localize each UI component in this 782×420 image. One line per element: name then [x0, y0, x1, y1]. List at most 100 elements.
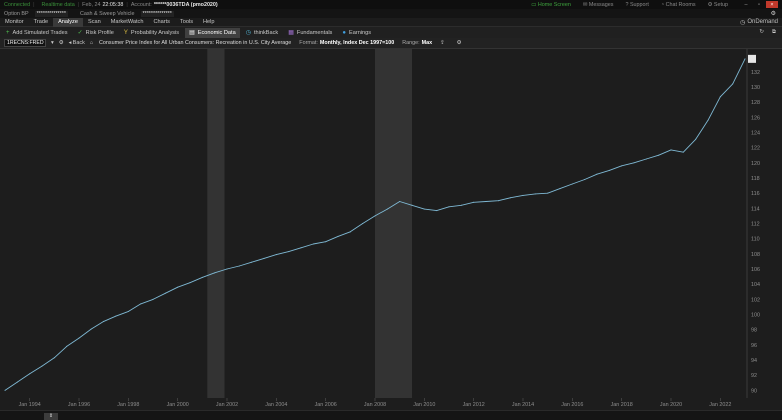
home-icon[interactable]: ⌂: [90, 40, 93, 46]
x-tick-label: Jan 2006: [315, 402, 337, 408]
data-point: [670, 149, 672, 151]
cash-sweep-label: Cash & Sweep Vehicle: [79, 10, 135, 17]
data-point: [53, 357, 55, 359]
series-description: Consumer Price Index for All Urban Consu…: [99, 40, 292, 46]
data-point: [349, 231, 351, 233]
data-point: [645, 158, 647, 160]
minimize-icon[interactable]: –: [740, 1, 752, 8]
data-point: [436, 210, 438, 212]
subtab-earnings[interactable]: ● Earnings: [338, 28, 375, 38]
tab-help[interactable]: Help: [198, 18, 220, 27]
subtab-thinkback[interactable]: ◷ thinkBack: [242, 28, 283, 38]
economic-data-toolbar: 1RECNS:FRED ▾ ⚙ ◂ Back ⌂ Consumer Price …: [0, 38, 782, 49]
recession-band: [375, 49, 412, 398]
tab-scan[interactable]: Scan: [83, 18, 106, 27]
data-point: [90, 328, 92, 330]
ondemand-button[interactable]: ◷ OnDemand: [740, 19, 782, 26]
symbol-input[interactable]: 1RECNS:FRED: [4, 39, 46, 47]
home-screen-link[interactable]: ▭ Home Screen: [531, 2, 571, 8]
status-time: 22:05:38: [102, 1, 124, 8]
data-point: [251, 261, 253, 263]
dropdown-icon[interactable]: ▾: [51, 40, 54, 46]
format-value[interactable]: Monthly, Index Dec 1997=100: [320, 40, 394, 46]
range-value[interactable]: Max: [422, 40, 433, 46]
data-point: [312, 243, 314, 245]
data-point: [695, 138, 697, 140]
data-point: [386, 208, 388, 210]
x-tick-label: Jan 2016: [561, 402, 583, 408]
share-icon[interactable]: ⇪: [440, 40, 445, 46]
x-tick-label: Jan 2018: [611, 402, 633, 408]
x-tick-label: Jan 2008: [364, 402, 386, 408]
x-tick-label: Jan 2002: [216, 402, 238, 408]
refresh-icon[interactable]: ↻: [759, 29, 764, 36]
plus-icon: +: [6, 29, 10, 36]
data-point: [201, 276, 203, 278]
data-point: [547, 192, 549, 194]
settings-icon[interactable]: ⚙: [59, 40, 64, 46]
data-point: [337, 235, 339, 237]
data-point: [448, 206, 450, 208]
data-point: [411, 204, 413, 206]
subtab-add-simulated-trades[interactable]: + Add Simulated Trades: [2, 28, 72, 38]
range-label: Range:: [402, 40, 420, 46]
data-point: [152, 298, 154, 300]
tab-analyze[interactable]: Analyze: [53, 17, 83, 27]
data-point: [214, 272, 216, 274]
detach-icon[interactable]: ⧉: [772, 29, 776, 36]
chat-rooms-link[interactable]: ◔ Chat Rooms: [661, 2, 696, 8]
main-tab-bar: Monitor Trade Analyze Scan MarketWatch C…: [0, 17, 782, 27]
account-value[interactable]: ******0036TDA (pmo2020): [154, 2, 218, 8]
earnings-icon: ●: [342, 29, 346, 36]
chart-settings-icon[interactable]: ⚙: [457, 40, 462, 46]
y-tick-label: 124: [751, 130, 760, 136]
subtab-fundamentals[interactable]: ▦ Fundamentals: [284, 28, 336, 38]
y-tick-label: 122: [751, 146, 760, 152]
option-bp-value: **************: [34, 10, 68, 17]
panel-resize-handle[interactable]: ⇕: [44, 413, 58, 420]
y-tick-label: 96: [751, 343, 757, 349]
support-link[interactable]: ? Support: [625, 2, 648, 8]
data-point: [288, 251, 290, 253]
data-point: [473, 201, 475, 203]
footer-bar: ⇕: [0, 410, 782, 420]
chart-canvas[interactable]: 90 92 94 96 98 100 102 104 106 108 110 112 114 116 118…: [0, 49, 782, 410]
option-bp-label: Option BP: [4, 10, 29, 17]
data-point: [522, 194, 524, 196]
data-point: [238, 265, 240, 267]
data-point: [682, 151, 684, 153]
data-point: [658, 154, 660, 156]
subtab-probability-analysis[interactable]: Y Probability Analysis: [120, 28, 183, 38]
account-label: Account:: [130, 1, 152, 8]
tab-trade[interactable]: Trade: [29, 18, 53, 27]
fundamentals-icon: ▦: [288, 30, 294, 36]
data-point: [621, 165, 623, 167]
y-tick-label: 108: [751, 252, 760, 258]
data-point: [140, 303, 142, 305]
y-tick-label: 102: [751, 297, 760, 303]
x-tick-label: Jan 2014: [512, 402, 534, 408]
back-button[interactable]: ◂ Back: [69, 40, 85, 46]
maximize-icon[interactable]: ▫: [753, 1, 765, 8]
status-bar: Connected | Realtime data | Feb, 24 22:0…: [0, 0, 782, 9]
recession-band: [207, 49, 225, 398]
subtab-economic-data[interactable]: ▤ Economic Data: [185, 27, 240, 38]
setup-link[interactable]: ⚙ Setup: [708, 2, 728, 8]
data-point: [719, 96, 721, 98]
close-icon[interactable]: ×: [766, 1, 778, 8]
data-point: [177, 286, 179, 288]
economic-data-chart[interactable]: 90 92 94 96 98 100 102 104 106 108 110 112 114 116 118…: [0, 49, 782, 410]
data-point: [325, 241, 327, 243]
x-tick-label: Jan 1998: [117, 402, 139, 408]
y-tick-label: 126: [751, 115, 760, 121]
tab-tools[interactable]: Tools: [175, 18, 198, 27]
tab-monitor[interactable]: Monitor: [0, 18, 29, 27]
subtab-risk-profile[interactable]: ✓ Risk Profile: [74, 28, 118, 38]
account-gear-icon[interactable]: ⚙: [771, 10, 776, 17]
tab-marketwatch[interactable]: MarketWatch: [106, 18, 149, 27]
y-tick-label: 116: [751, 191, 760, 197]
tab-charts[interactable]: Charts: [148, 18, 174, 27]
messages-link[interactable]: ✉ Messages: [583, 2, 614, 8]
data-point: [584, 178, 586, 180]
data-point: [571, 183, 573, 185]
